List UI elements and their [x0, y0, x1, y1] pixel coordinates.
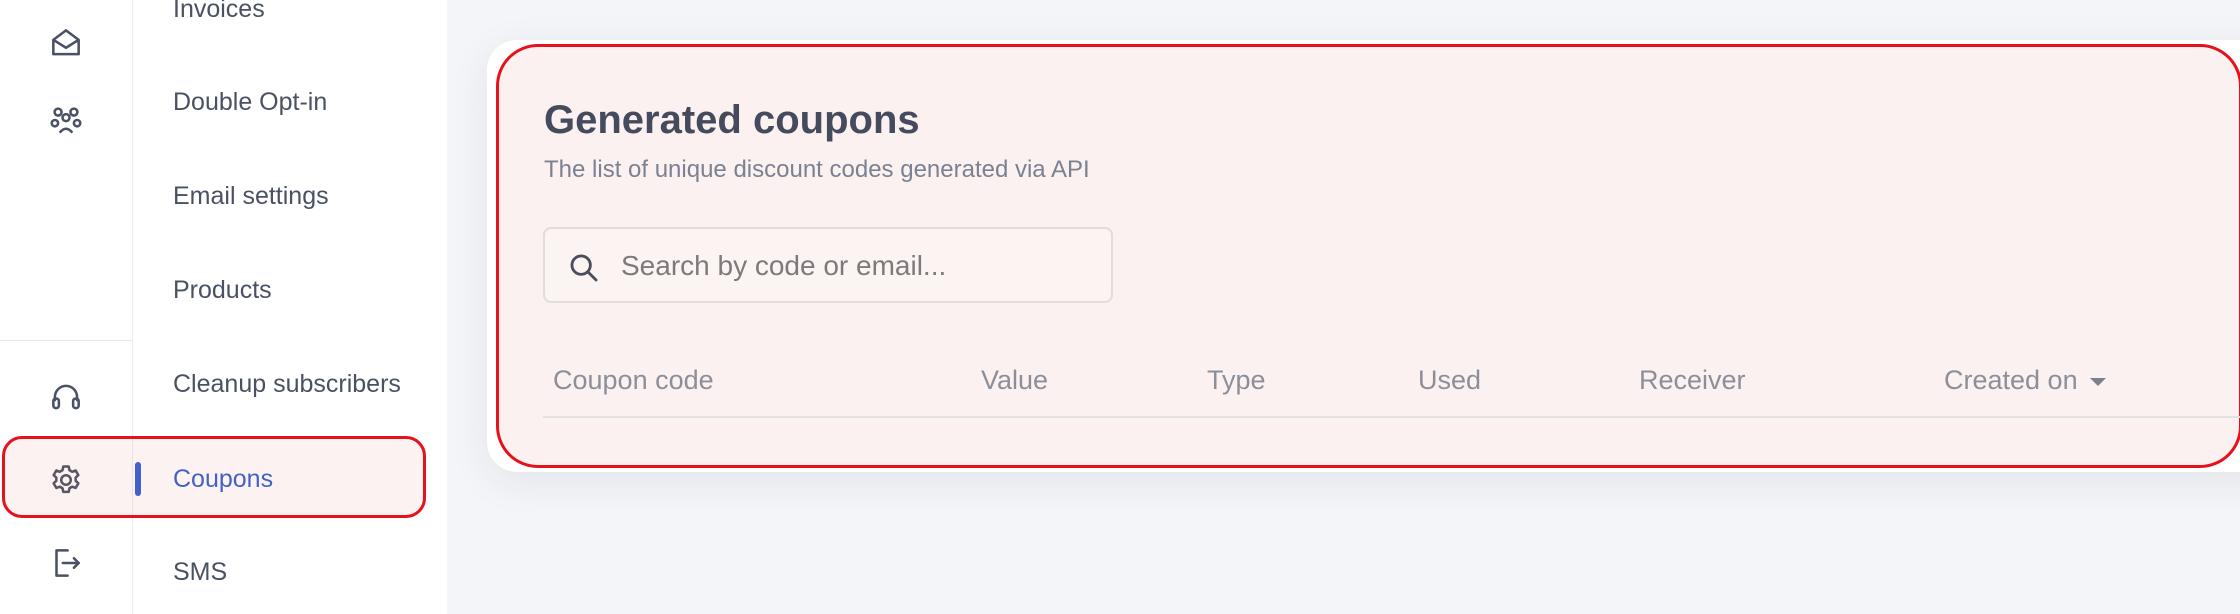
subnav-item-double-opt-in[interactable]: Double Opt-in [173, 82, 327, 122]
column-header-value[interactable]: Value [981, 362, 1048, 398]
search-box[interactable] [543, 227, 1113, 303]
column-header-created-on-label: Created on [1944, 365, 2078, 395]
column-header-used[interactable]: Used [1418, 362, 1481, 398]
mail-open-icon[interactable] [44, 21, 88, 65]
subnav-item-cleanup-subscribers[interactable]: Cleanup subscribers [173, 364, 401, 404]
table-header-divider [543, 416, 2240, 418]
search-icon [570, 254, 598, 282]
logout-icon[interactable] [44, 541, 88, 585]
headset-icon[interactable] [44, 375, 88, 419]
column-header-type[interactable]: Type [1207, 362, 1266, 398]
column-header-receiver[interactable]: Receiver [1639, 362, 1746, 398]
subnav-item-invoices[interactable]: Invoices [173, 0, 265, 29]
app-root: Invoices Double Opt-in Email settings Pr… [0, 0, 2240, 614]
settings-highlight [2, 436, 426, 518]
icon-rail [0, 0, 133, 614]
column-header-coupon-code[interactable]: Coupon code [553, 362, 714, 398]
audience-icon[interactable] [44, 98, 88, 142]
page-subtitle: The list of unique discount codes genera… [544, 156, 1090, 183]
subnav-item-email-settings[interactable]: Email settings [173, 176, 329, 216]
page-title: Generated coupons [544, 98, 920, 142]
rail-divider [0, 340, 133, 341]
subnav-item-products[interactable]: Products [173, 270, 272, 310]
sort-descending-icon [2089, 377, 2106, 386]
settings-subnav: Invoices Double Opt-in Email settings Pr… [133, 0, 447, 614]
subnav-item-sms[interactable]: SMS [173, 552, 227, 592]
search-input[interactable] [621, 243, 1101, 289]
column-header-created-on[interactable]: Created on [1944, 362, 2106, 398]
